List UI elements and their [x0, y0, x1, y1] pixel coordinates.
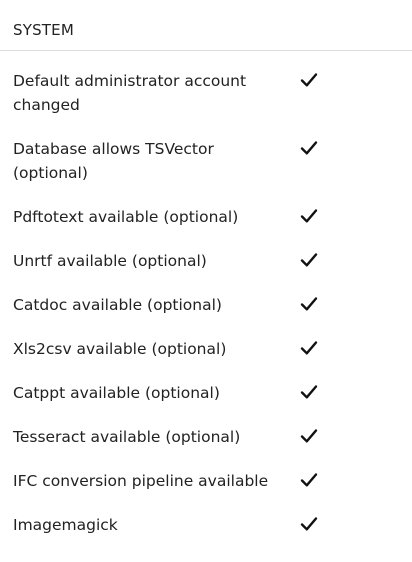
list-item: Tesseract available (optional) [0, 425, 412, 469]
check-label: Catdoc available (optional) [13, 296, 222, 314]
checkmark-icon [300, 339, 318, 357]
list-item: Catppt available (optional) [0, 381, 412, 425]
checkmark-icon [300, 515, 318, 533]
check-label: Imagemagick [13, 516, 118, 534]
list-item: Default administrator account changed [0, 69, 412, 137]
check-label: Default administrator account changed [13, 72, 247, 114]
check-label: Catppt available (optional) [13, 384, 220, 402]
section-divider [0, 50, 412, 51]
list-item: Pdftotext available (optional) [0, 205, 412, 249]
checkmark-icon [300, 427, 318, 445]
check-label: Tesseract available (optional) [13, 428, 241, 446]
check-label: Xls2csv available (optional) [13, 340, 227, 358]
check-label: Pdftotext available (optional) [13, 208, 239, 226]
checkmark-icon [300, 139, 318, 157]
list-item: Database allows TSVector (optional) [0, 137, 412, 205]
list-item: Catdoc available (optional) [0, 293, 412, 337]
list-item: Unrtf available (optional) [0, 249, 412, 293]
check-label: Unrtf available (optional) [13, 252, 207, 270]
checkmark-icon [300, 71, 318, 89]
checkmark-icon [300, 471, 318, 489]
system-check-list: Default administrator account changed Da… [0, 69, 412, 557]
list-item: Xls2csv available (optional) [0, 337, 412, 381]
list-item: IFC conversion pipeline available [0, 469, 412, 513]
system-check-panel: SYSTEM Default administrator account cha… [0, 0, 412, 562]
checkmark-icon [300, 295, 318, 313]
checkmark-icon [300, 383, 318, 401]
section-title: SYSTEM [13, 21, 74, 39]
check-label: IFC conversion pipeline available [13, 472, 269, 490]
list-item: Imagemagick [0, 513, 412, 557]
check-label: Database allows TSVector (optional) [13, 140, 214, 182]
checkmark-icon [300, 251, 318, 269]
checkmark-icon [300, 207, 318, 225]
